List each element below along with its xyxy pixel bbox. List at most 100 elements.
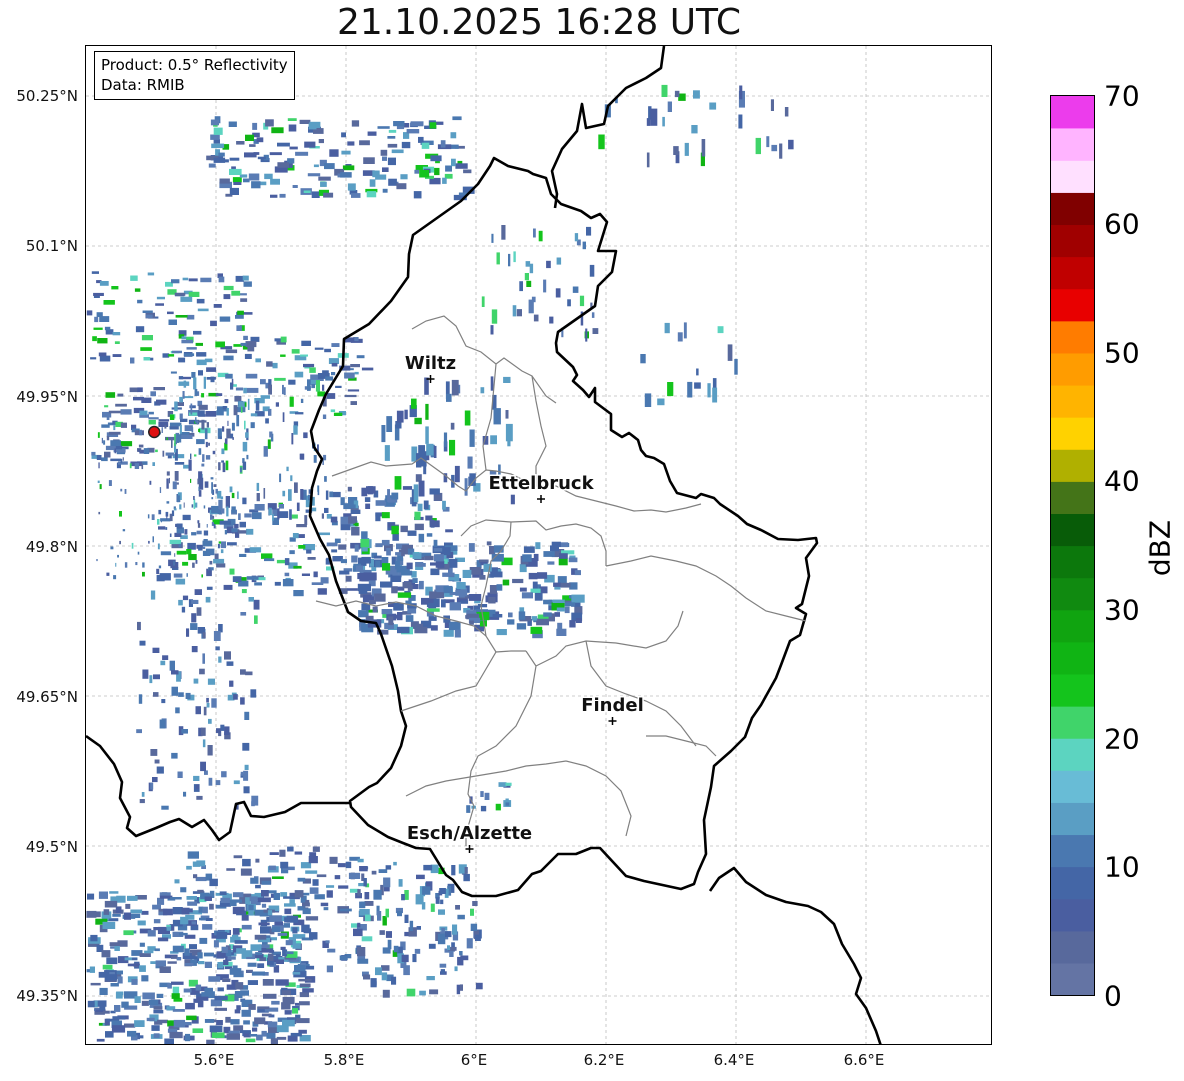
echo-cell — [359, 866, 368, 872]
echo-cell — [380, 149, 388, 156]
echo-cell — [416, 874, 425, 880]
lon-tick: 5.8°E — [323, 1051, 365, 1069]
echo-cell — [401, 141, 411, 149]
echo-cell — [213, 631, 221, 641]
echo-cell — [218, 152, 225, 157]
echo-cell — [273, 892, 280, 900]
echo-cell — [298, 545, 306, 549]
echo-cell — [99, 987, 108, 995]
echo-cell — [568, 557, 578, 563]
echo-cell — [152, 536, 154, 543]
echo-cell — [93, 327, 103, 330]
echo-cell — [361, 531, 368, 539]
colorbar-tick: 30 — [1104, 593, 1140, 627]
echo-cell — [410, 121, 424, 127]
echo-cell — [739, 85, 743, 100]
echo-cell — [174, 553, 176, 557]
echo-cell — [246, 454, 249, 460]
echo-cell — [375, 512, 381, 522]
echo-cell — [162, 450, 165, 457]
echo-cell — [492, 614, 503, 618]
echo-cell — [183, 380, 187, 388]
echo-cell — [158, 421, 169, 427]
echo-cell — [172, 481, 177, 490]
echo-cell — [227, 956, 236, 960]
echo-cell — [301, 573, 310, 576]
echo-cell — [311, 191, 320, 198]
echo-cell — [555, 288, 561, 298]
echo-cell — [452, 116, 462, 121]
echo-cell — [210, 477, 214, 480]
echo-cell — [250, 944, 262, 951]
echo-cell — [86, 910, 97, 918]
echo-cell — [186, 549, 192, 555]
echo-cell — [345, 575, 352, 582]
echo-cell — [166, 478, 169, 489]
echo-cell — [251, 512, 262, 520]
echo-cell — [531, 616, 538, 621]
echo-cell — [709, 102, 717, 110]
echo-cell — [149, 675, 153, 684]
lon-tick: 6.4°E — [713, 1051, 755, 1069]
echo-cell — [533, 553, 539, 561]
echo-cell — [114, 448, 116, 454]
echo-cell — [296, 502, 300, 511]
echo-cell — [490, 376, 494, 391]
colorbar-swatches — [1051, 96, 1094, 995]
echo-cell — [113, 425, 116, 431]
echo-cell — [197, 308, 209, 312]
echo-cell — [204, 896, 212, 901]
echo-cell — [233, 780, 240, 785]
echo-cell — [160, 660, 166, 666]
echo-cell — [232, 906, 245, 915]
echo-cell — [254, 582, 262, 586]
echo-cell — [543, 612, 552, 617]
echo-cell — [246, 576, 259, 580]
echo-cell — [450, 422, 455, 430]
echo-cell — [178, 376, 184, 380]
echo-cell — [242, 441, 248, 452]
echo-cell — [696, 368, 699, 376]
echo-cell — [162, 353, 170, 358]
echo-cell — [178, 357, 186, 363]
echo-cell — [165, 436, 175, 441]
echo-cell — [738, 114, 743, 129]
echo-cell — [267, 910, 273, 916]
echo-cell — [103, 909, 110, 916]
echo-cell — [330, 409, 336, 413]
echo-cell — [460, 955, 469, 961]
echo-cell — [788, 139, 794, 150]
echo-cell — [158, 509, 162, 515]
echo-cell — [216, 931, 228, 939]
echo-cell — [287, 846, 294, 852]
echo-cell — [213, 157, 226, 163]
echo-cell — [442, 547, 451, 556]
echo-cell — [381, 539, 390, 546]
echo-cell — [312, 846, 320, 852]
echo-cell — [355, 522, 359, 527]
echo-cell — [211, 143, 225, 149]
echo-cell — [309, 932, 318, 940]
echo-cell — [196, 298, 205, 304]
echo-cell — [169, 1031, 183, 1039]
echo-cell — [250, 689, 257, 698]
echo-cell — [480, 791, 484, 797]
echo-cell — [123, 930, 134, 936]
echo-cell — [210, 320, 217, 327]
echo-cell — [451, 865, 456, 876]
echo-cell — [429, 520, 440, 528]
echo-cell — [190, 453, 192, 460]
lat-tick: 49.95°N — [16, 388, 78, 406]
echo-cell — [235, 982, 244, 990]
echo-cell — [110, 546, 114, 550]
echo-cell — [116, 895, 126, 903]
echo-cell — [268, 953, 274, 961]
radar-map[interactable]: Wiltz Ettelbruck Findel Esch/Alzette — [85, 45, 992, 1045]
echo-cell — [364, 497, 371, 502]
echo-cell — [413, 484, 419, 503]
echo-cell — [245, 671, 253, 676]
echo-cell — [179, 932, 188, 936]
lat-tick: 49.5°N — [25, 838, 78, 856]
echo-cell — [127, 1030, 137, 1037]
echo-cell — [505, 782, 512, 786]
